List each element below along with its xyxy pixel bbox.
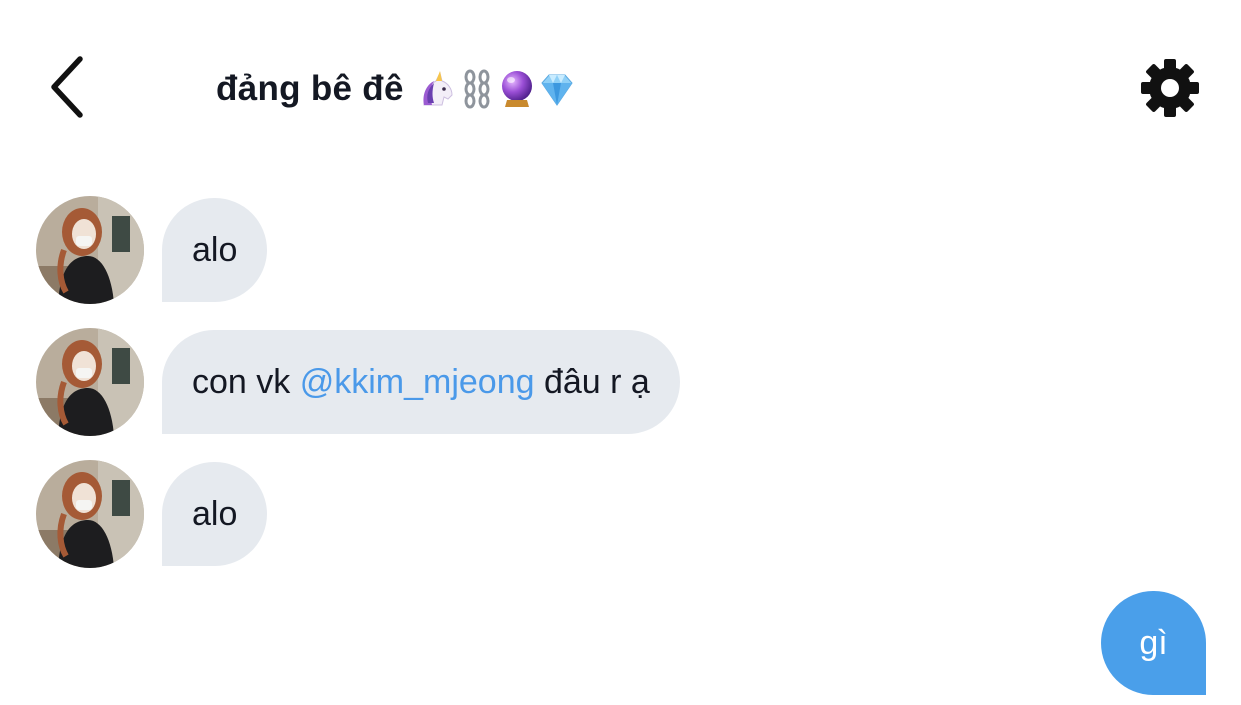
message-bubble[interactable]: con vk @kkim_mjeong đâu r ạ [162,330,680,434]
message-row: alo [36,196,268,304]
chat-screen: đảng bê đê alo con vk @kkim_mjeong đâu r… [0,0,1241,705]
avatar[interactable] [36,460,144,568]
title-emojis [418,69,576,109]
crystal-ball-emoji [498,69,536,109]
avatar[interactable] [36,328,144,436]
mention-link[interactable]: @kkim_mjeong [300,363,535,401]
settings-button[interactable] [1137,55,1203,121]
gear-icon [1141,59,1199,117]
conversation-header[interactable]: đảng bê đê [216,62,576,116]
message-text: con vk @kkim_mjeong đâu r ạ [192,363,650,402]
message-row: alo [36,460,268,568]
outgoing-message-bubble[interactable]: gì [1101,591,1206,695]
conversation-title: đảng bê đê [216,69,404,108]
message-text-before: con vk [192,362,300,401]
chevron-left-icon [51,56,83,118]
chain-emoji [458,69,496,109]
message-text: gì [1139,623,1168,662]
message-bubble[interactable]: alo [162,462,268,566]
message-bubble[interactable]: alo [162,198,268,302]
message-text-after: đâu r ạ [534,362,650,401]
message-row: con vk @kkim_mjeong đâu r ạ [36,328,680,436]
avatar[interactable] [36,196,144,304]
gem-emoji [538,69,576,109]
message-text: alo [192,494,238,533]
unicorn-emoji [418,69,456,109]
message-text: alo [192,230,238,269]
back-button[interactable] [38,52,94,122]
